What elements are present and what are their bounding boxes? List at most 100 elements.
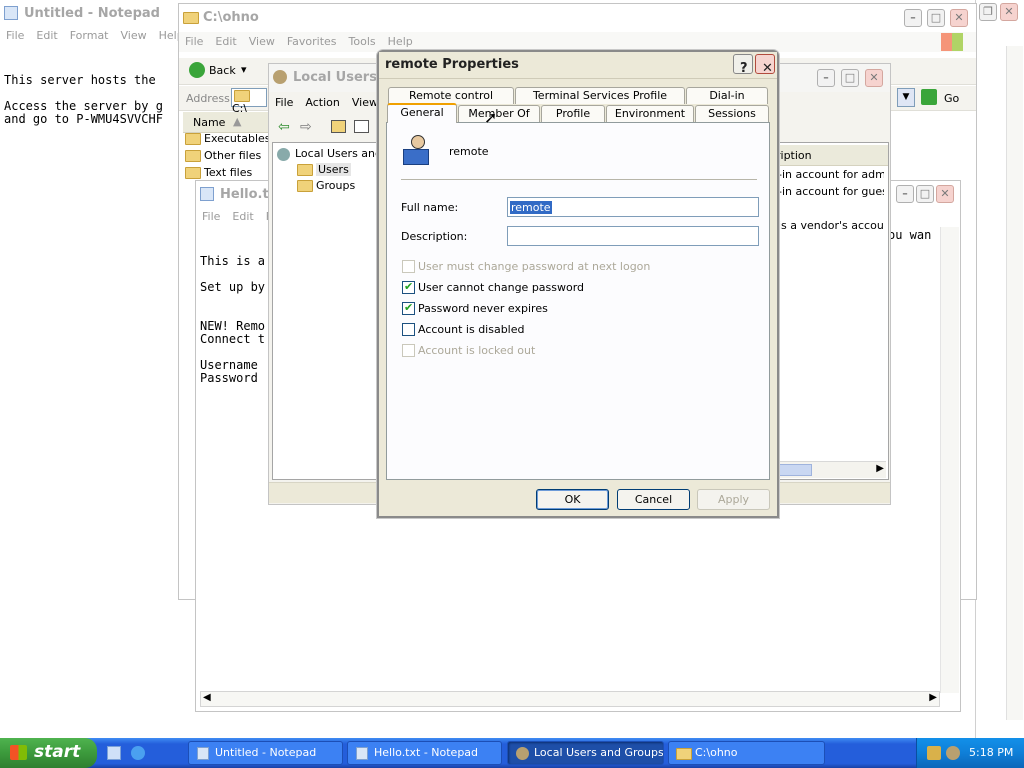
user-icon <box>401 135 433 167</box>
account-locked-out-label: Account is locked out <box>418 344 536 357</box>
description-input[interactable] <box>507 226 759 246</box>
scroll-right-icon[interactable]: ▶ <box>929 692 937 703</box>
password-never-expires-checkbox[interactable]: ✔ <box>402 301 415 315</box>
task-local-users-groups[interactable]: Local Users and Groups <box>507 741 664 765</box>
name-column-header[interactable]: Name ▲ <box>183 112 273 133</box>
up-folder-icon[interactable] <box>331 120 346 133</box>
table-row[interactable]: is a vendor's account <box>778 219 884 232</box>
account-locked-out-checkbox[interactable] <box>402 344 415 357</box>
scroll-left-icon[interactable]: ◀ <box>203 692 211 703</box>
users-icon <box>273 70 287 84</box>
menu-help[interactable]: Help <box>382 32 419 51</box>
menu-favorites[interactable]: Favorites <box>281 32 343 51</box>
outer-scrollbar[interactable] <box>1006 46 1023 720</box>
dialog-close-button[interactable]: ✕ <box>755 54 775 76</box>
menu-tools[interactable]: Tools <box>343 32 382 51</box>
outer-close-button[interactable]: ✕ <box>1000 3 1018 21</box>
list-item[interactable]: Executables <box>185 132 275 149</box>
tree-item-groups[interactable]: Groups <box>297 179 355 192</box>
go-arrow-icon[interactable] <box>921 89 937 105</box>
scroll-right-icon[interactable]: ▶ <box>876 463 884 474</box>
menu-help[interactable]: Help <box>153 26 180 45</box>
address-input[interactable]: C:\ <box>231 88 267 115</box>
forward-arrow-icon[interactable]: ⇨ <box>300 119 312 135</box>
menu-format[interactable]: Format <box>64 26 115 45</box>
notepad-icon <box>200 187 214 201</box>
quicklaunch-desktop-icon[interactable] <box>107 746 121 760</box>
menu-edit[interactable]: Edit <box>226 207 259 226</box>
menu-file[interactable]: File <box>0 26 30 45</box>
tab-dial-in[interactable]: Dial-in <box>686 87 768 104</box>
menu-action[interactable]: Action <box>299 93 345 112</box>
hello-text[interactable]: This is a Set up by NEW! Remo Connect t User… <box>200 229 274 411</box>
maximize-icon: □ <box>919 187 931 200</box>
lusrmgr-minimize-button[interactable]: – <box>817 69 835 87</box>
menu-view[interactable]: View <box>115 26 153 45</box>
address-dropdown-button[interactable]: ▼ <box>897 88 915 107</box>
tab-profile[interactable]: Profile <box>541 105 605 122</box>
outer-window-frame: ❐ ✕ <box>975 0 1024 738</box>
back-arrow-icon[interactable] <box>189 62 205 78</box>
list-horizontal-scrollbar[interactable]: ▶ <box>772 461 886 478</box>
hello-vertical-scrollbar[interactable] <box>940 227 959 693</box>
task-explorer-ohno[interactable]: C:\ohno <box>668 741 825 765</box>
chevron-down-icon[interactable]: ▾ <box>241 63 247 76</box>
hello-close-button[interactable]: ✕ <box>936 185 954 203</box>
start-button[interactable]: start <box>0 738 97 768</box>
tab-terminal-services-profile[interactable]: Terminal Services Profile <box>515 87 685 104</box>
tray-network-icon[interactable] <box>927 746 941 760</box>
must-change-password-checkbox[interactable] <box>402 260 415 273</box>
task-hello-notepad[interactable]: Hello.txt - Notepad <box>347 741 502 765</box>
back-arrow-icon[interactable]: ⇦ <box>278 119 290 135</box>
description-column-header[interactable]: ription <box>772 145 888 166</box>
explorer-close-button[interactable]: ✕ <box>950 9 968 27</box>
menu-view[interactable]: View <box>243 32 281 51</box>
quicklaunch-ie-icon[interactable] <box>131 746 145 760</box>
tab-environment[interactable]: Environment <box>606 105 694 122</box>
menu-file[interactable]: File <box>179 32 209 51</box>
lusrmgr-maximize-button[interactable]: □ <box>841 69 859 87</box>
table-row[interactable]: -in account for adminis <box>778 168 884 181</box>
password-never-expires-label: Password never expires <box>418 302 548 315</box>
apply-button[interactable]: Apply <box>697 489 770 510</box>
list-item[interactable]: Other files <box>185 149 275 166</box>
cannot-change-password-checkbox[interactable]: ✔ <box>402 280 415 294</box>
windows-logo-icon <box>941 33 963 51</box>
explorer-titlebar[interactable]: C:\ohno – □ ✕ <box>179 4 976 32</box>
help-button[interactable]: ? <box>733 54 753 76</box>
menu-file[interactable]: File <box>269 93 299 112</box>
tab-member-of[interactable]: Member Of <box>458 105 540 122</box>
back-button-label[interactable]: Back <box>209 64 236 77</box>
tab-remote-control[interactable]: Remote control <box>388 87 514 104</box>
task-untitled-notepad[interactable]: Untitled - Notepad <box>188 741 343 765</box>
tab-sessions[interactable]: Sessions <box>695 105 769 122</box>
full-name-label: Full name: <box>401 201 459 214</box>
hello-horizontal-scrollbar[interactable]: ◀ ▶ <box>200 691 940 707</box>
show-tree-icon[interactable] <box>354 120 369 133</box>
menu-file[interactable]: File <box>196 207 226 226</box>
notepad-untitled-titlebar[interactable]: Untitled - Notepad <box>0 0 180 28</box>
outer-restore-button[interactable]: ❐ <box>979 3 997 21</box>
explorer-minimize-button[interactable]: – <box>904 9 922 27</box>
cancel-button[interactable]: Cancel <box>617 489 690 510</box>
address-label: Address <box>186 92 230 105</box>
hello-minimize-button[interactable]: – <box>896 185 914 203</box>
tray-users-icon[interactable] <box>946 746 960 760</box>
menu-edit[interactable]: Edit <box>209 32 242 51</box>
full-name-input[interactable]: remote <box>507 197 759 217</box>
hello-maximize-button[interactable]: □ <box>916 185 934 203</box>
clock[interactable]: 5:18 PM <box>969 746 1013 759</box>
go-button-label[interactable]: Go <box>944 92 959 105</box>
dialog-titlebar[interactable]: remote Properties ? ✕ <box>379 52 777 79</box>
explorer-maximize-button[interactable]: □ <box>927 9 945 27</box>
taskbar: start Untitled - Notepad Hello.txt - Not… <box>0 738 1024 768</box>
lusrmgr-close-button[interactable]: ✕ <box>865 69 883 87</box>
account-disabled-checkbox[interactable] <box>402 323 415 336</box>
tab-general[interactable]: General <box>387 103 457 123</box>
table-row[interactable]: -in account for guest <box>778 185 884 198</box>
menu-edit[interactable]: Edit <box>30 26 63 45</box>
notepad-untitled-text[interactable]: This server hosts the Access the server b… <box>4 48 179 152</box>
ok-button[interactable]: OK <box>536 489 609 510</box>
help-icon: ? <box>740 61 748 76</box>
tree-item-users[interactable]: Users <box>297 163 351 176</box>
